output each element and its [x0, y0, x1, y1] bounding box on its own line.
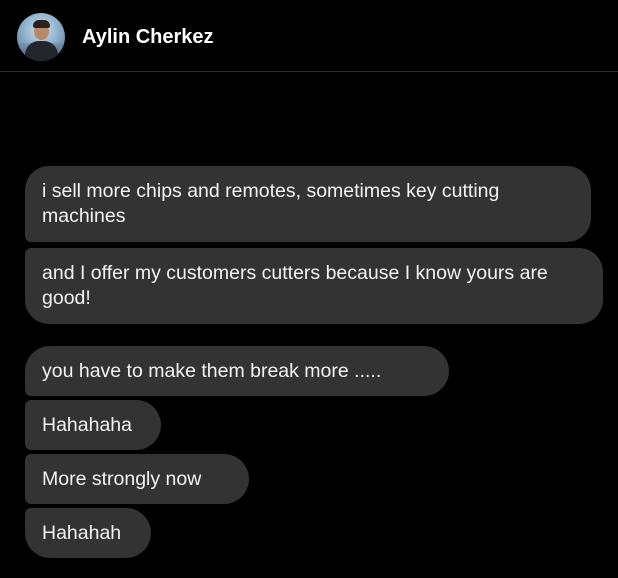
- message-text: and I offer my customers cutters because…: [42, 262, 548, 309]
- message-text: More strongly now: [42, 468, 202, 490]
- avatar-torso: [25, 41, 58, 61]
- message-text: Hahahaha: [42, 414, 132, 436]
- message-text: you have to make them break more .....: [42, 360, 382, 382]
- message-bubble[interactable]: you have to make them break more .....: [25, 346, 449, 396]
- chat-header: Aylin Cherkez: [0, 0, 618, 72]
- message-text: i sell more chips and remotes, sometimes…: [42, 180, 500, 227]
- avatar-hair: [33, 20, 50, 28]
- message-bubble[interactable]: Hahahaha: [25, 400, 161, 450]
- message-bubble[interactable]: Hahahah: [25, 508, 151, 558]
- message-bubble[interactable]: i sell more chips and remotes, sometimes…: [25, 166, 591, 242]
- avatar[interactable]: [17, 13, 65, 61]
- message-bubble[interactable]: More strongly now: [25, 454, 249, 504]
- contact-name[interactable]: Aylin Cherkez: [82, 26, 214, 49]
- message-bubble[interactable]: and I offer my customers cutters because…: [25, 248, 603, 324]
- message-text: Hahahah: [42, 522, 122, 544]
